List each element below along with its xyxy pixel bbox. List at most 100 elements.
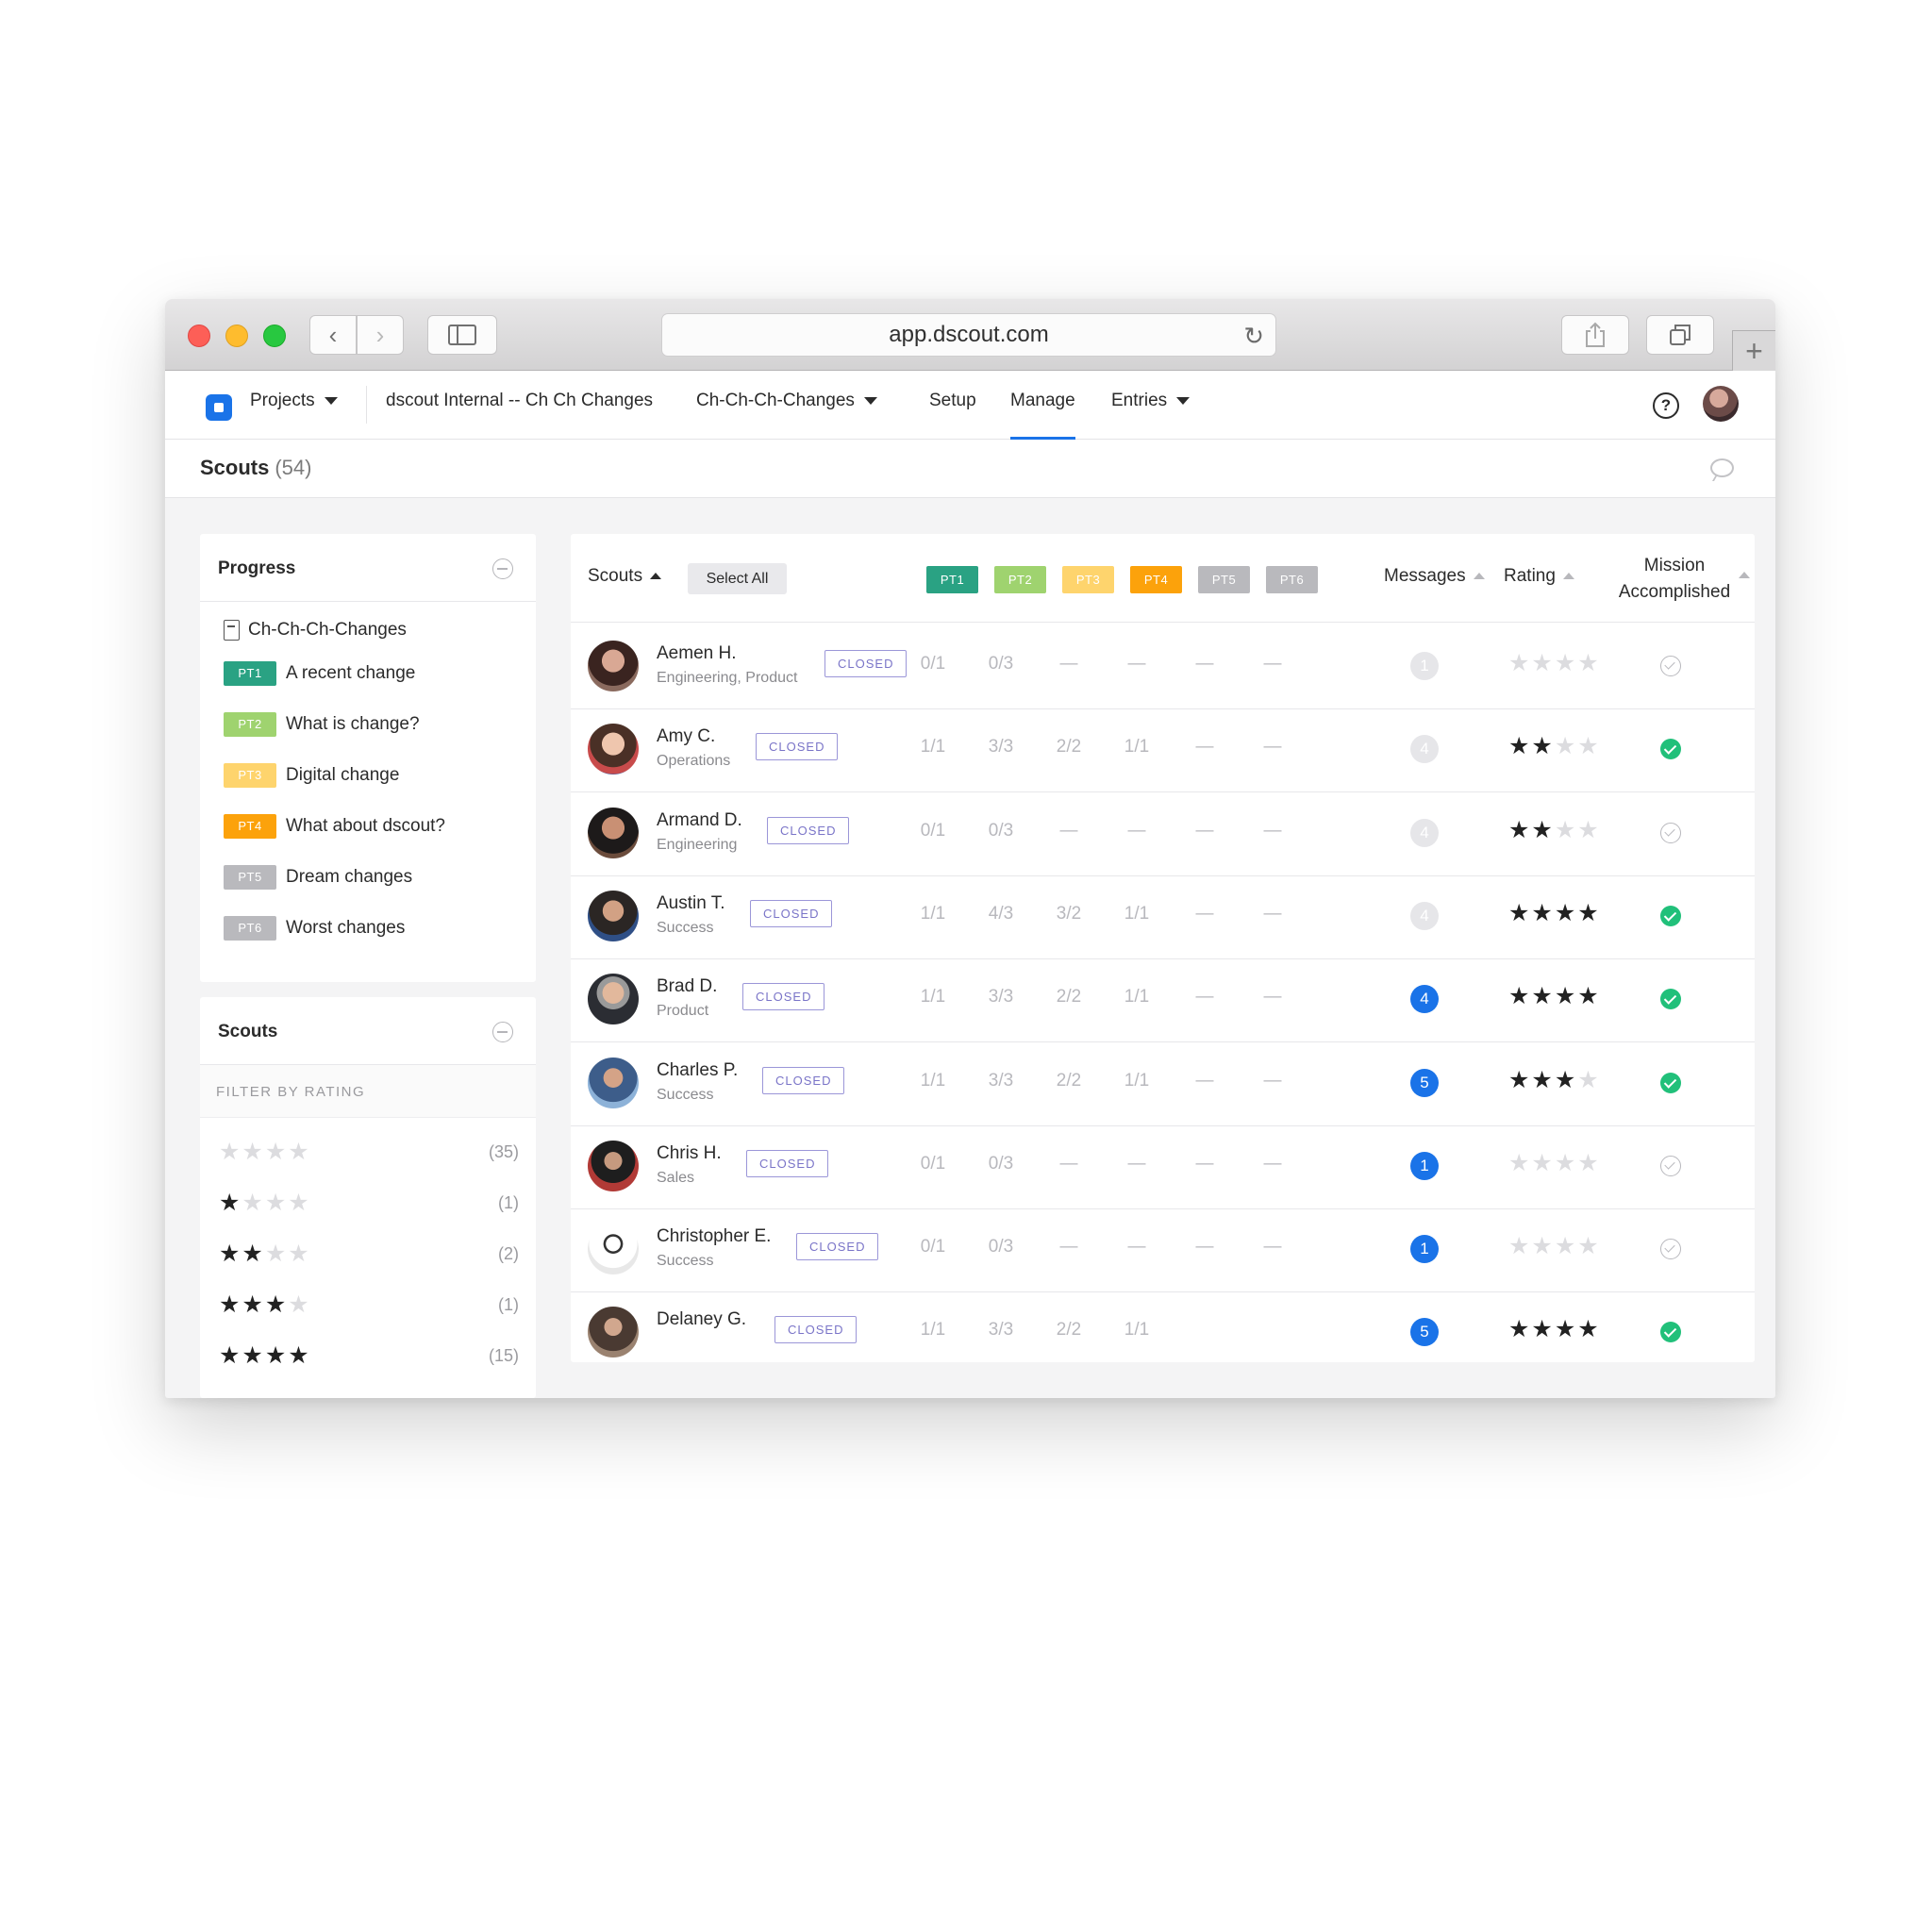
progress-panel: Progress Ch-Ch-Ch-Changes PT1 A recent ch… bbox=[200, 534, 536, 982]
part-column-header[interactable]: PT6 bbox=[1266, 566, 1318, 593]
table-row[interactable]: Brad D. Product CLOSED 1/1 3/3 2/2 1/1— —4 ★★★★ bbox=[571, 956, 1755, 1043]
check-circle-icon[interactable] bbox=[1660, 1239, 1681, 1260]
mission-accomplished-column-header[interactable]: Mission Accomplished bbox=[1608, 553, 1750, 606]
collapse-icon[interactable] bbox=[492, 558, 513, 579]
table-row[interactable]: Chris H. Sales CLOSED 0/1 0/3— — — —1 ★★★★ bbox=[571, 1123, 1755, 1209]
avatar bbox=[588, 807, 639, 858]
part-tag: PT5 bbox=[224, 865, 276, 890]
reload-icon[interactable]: ↻ bbox=[1243, 322, 1264, 351]
part-column-header[interactable]: PT3 bbox=[1062, 566, 1114, 593]
scout-name[interactable]: Amy C. bbox=[657, 726, 715, 747]
check-circle-icon[interactable] bbox=[1660, 1155, 1681, 1176]
check-circle-icon[interactable] bbox=[1660, 905, 1681, 926]
message-count-badge[interactable]: 5 bbox=[1410, 1068, 1439, 1097]
sort-up-icon bbox=[650, 573, 662, 580]
part-column-header[interactable]: PT2 bbox=[994, 566, 1046, 593]
star-icon: ★ bbox=[264, 1190, 289, 1216]
tab-setup[interactable]: Setup bbox=[929, 391, 976, 411]
collapse-icon[interactable] bbox=[492, 1022, 513, 1042]
new-tab-button[interactable]: + bbox=[1732, 330, 1775, 371]
rating-filter-row[interactable]: ★★★★ (2) bbox=[219, 1235, 519, 1273]
message-count-badge[interactable]: 1 bbox=[1410, 1235, 1439, 1264]
help-icon[interactable]: ? bbox=[1653, 392, 1679, 419]
mission-item[interactable]: Ch-Ch-Ch-Changes bbox=[224, 620, 407, 641]
avatar[interactable] bbox=[1703, 386, 1739, 422]
rating-filter-row[interactable]: ★★★★ (1) bbox=[219, 1286, 519, 1324]
check-circle-icon[interactable] bbox=[1660, 656, 1681, 676]
rating-column-header[interactable]: Rating bbox=[1504, 566, 1574, 587]
show-tabs-button[interactable] bbox=[1646, 315, 1714, 355]
message-count-badge[interactable]: 4 bbox=[1410, 818, 1439, 847]
scout-name[interactable]: Charles P. bbox=[657, 1060, 738, 1081]
part-item[interactable]: PT4 What about dscout? bbox=[224, 814, 445, 839]
table-row[interactable]: Aemen H. Engineering, Product CLOSED 0/1 0/3… bbox=[571, 623, 1755, 709]
scout-name[interactable]: Armand D. bbox=[657, 810, 742, 831]
scout-name[interactable]: Brad D. bbox=[657, 976, 717, 997]
message-count-badge[interactable]: 5 bbox=[1410, 1318, 1439, 1347]
part-progress-cell: 2/2 bbox=[1056, 1320, 1082, 1341]
forward-button[interactable]: › bbox=[357, 315, 404, 355]
rating-filter-row[interactable]: ★★★★ (35) bbox=[219, 1133, 519, 1171]
part-item[interactable]: PT5 Dream changes bbox=[224, 865, 412, 890]
part-progress-cell: — bbox=[1195, 737, 1214, 758]
maximize-window-button[interactable] bbox=[263, 325, 286, 347]
table-row[interactable]: Christopher E. Success CLOSED 0/1 0/3— — — —1 ★★… bbox=[571, 1206, 1755, 1293]
entries-menu[interactable]: Entries bbox=[1111, 391, 1191, 411]
star-icon: ★ bbox=[288, 1291, 311, 1318]
scout-name[interactable]: Austin T. bbox=[657, 893, 725, 914]
part-progress-cell: 4/3 bbox=[988, 903, 1014, 924]
select-all-button[interactable]: Select All bbox=[688, 563, 787, 594]
check-circle-icon[interactable] bbox=[1660, 822, 1681, 843]
star-icon: ★ bbox=[1554, 1149, 1578, 1176]
dscout-logo-icon[interactable] bbox=[206, 394, 232, 421]
part-column-header[interactable]: PT4 bbox=[1130, 566, 1182, 593]
table-row[interactable]: Charles P. Success CLOSED 1/1 3/3 2/2 1/1— —5 ★★… bbox=[571, 1040, 1755, 1126]
check-circle-icon[interactable] bbox=[1660, 739, 1681, 760]
scout-name[interactable]: Christopher E. bbox=[657, 1226, 771, 1247]
minimize-window-button[interactable] bbox=[225, 325, 248, 347]
scouts-column-header[interactable]: Scouts bbox=[588, 566, 662, 587]
table-row[interactable]: Armand D. Engineering CLOSED 0/1 0/3— — — —4 ★★★… bbox=[571, 790, 1755, 876]
message-count-badge[interactable]: 4 bbox=[1410, 985, 1439, 1014]
message-count-badge[interactable]: 4 bbox=[1410, 901, 1439, 930]
table-row[interactable]: Delaney G. CLOSED 1/1 3/3 2/2 1/1 5 ★★★★ bbox=[571, 1289, 1755, 1362]
rating-filter-row[interactable]: ★★★★ (15) bbox=[219, 1337, 519, 1374]
table-row[interactable]: Austin T. Success CLOSED 1/1 4/3 3/2 1/1— —4 ★★★… bbox=[571, 873, 1755, 959]
scout-name[interactable]: Aemen H. bbox=[657, 643, 736, 664]
rating-filter-row[interactable]: ★★★★ (1) bbox=[219, 1184, 519, 1222]
share-button[interactable] bbox=[1561, 315, 1629, 355]
part-item[interactable]: PT1 A recent change bbox=[224, 661, 415, 686]
chat-icon[interactable] bbox=[1710, 458, 1734, 477]
projects-menu[interactable]: Projects bbox=[250, 391, 338, 411]
star-icon: ★ bbox=[1531, 650, 1555, 676]
check-circle-icon[interactable] bbox=[1660, 1072, 1681, 1093]
sidebar-toggle-button[interactable] bbox=[427, 315, 497, 355]
part-tag: PT3 bbox=[224, 763, 276, 788]
back-button[interactable]: ‹ bbox=[309, 315, 357, 355]
rating-filter-count: (1) bbox=[498, 1294, 519, 1314]
check-circle-icon[interactable] bbox=[1660, 1322, 1681, 1343]
message-count-badge[interactable]: 1 bbox=[1410, 1151, 1439, 1180]
part-column-header[interactable]: PT5 bbox=[1198, 566, 1250, 593]
part-item[interactable]: PT6 Worst changes bbox=[224, 916, 405, 941]
table-row[interactable]: Amy C. Operations CLOSED 1/1 3/3 2/2 1/1— —4 ★★★… bbox=[571, 706, 1755, 793]
part-item[interactable]: PT3 Digital change bbox=[224, 763, 399, 788]
mission-menu[interactable]: Ch-Ch-Ch-Changes bbox=[696, 391, 877, 411]
address-bar[interactable]: app.dscout.com ↻ bbox=[661, 313, 1276, 357]
message-count-badge[interactable]: 4 bbox=[1410, 735, 1439, 764]
part-column-header[interactable]: PT1 bbox=[926, 566, 978, 593]
close-window-button[interactable] bbox=[188, 325, 210, 347]
back-icon: ‹ bbox=[328, 320, 338, 349]
check-circle-icon[interactable] bbox=[1660, 989, 1681, 1010]
scout-team: Success bbox=[657, 919, 714, 936]
star-icon: ★ bbox=[1554, 983, 1578, 1010]
star-icon: ★ bbox=[1554, 1316, 1578, 1343]
project-name[interactable]: dscout Internal -- Ch Ch Changes bbox=[386, 391, 653, 411]
scout-name[interactable]: Delaney G. bbox=[657, 1309, 746, 1330]
tab-manage[interactable]: Manage bbox=[1010, 391, 1075, 411]
sort-up-icon bbox=[1473, 573, 1485, 580]
messages-column-header[interactable]: Messages bbox=[1384, 566, 1485, 587]
part-item[interactable]: PT2 What is change? bbox=[224, 712, 420, 737]
message-count-badge[interactable]: 1 bbox=[1410, 652, 1439, 680]
scout-name[interactable]: Chris H. bbox=[657, 1143, 722, 1164]
